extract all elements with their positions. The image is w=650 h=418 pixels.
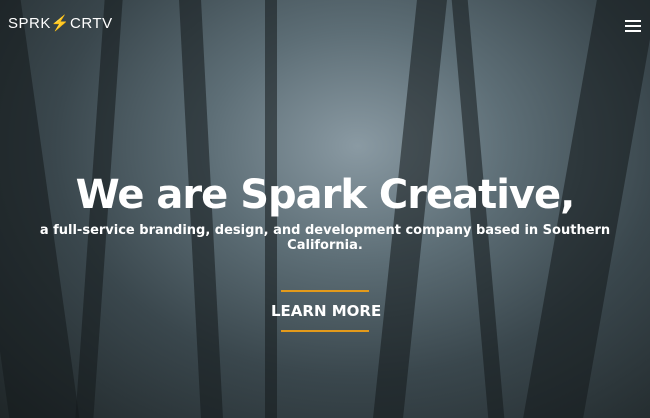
learn-more-label: LEARN MORE [271, 302, 382, 320]
hero-subtitle: a full-service branding, design, and dev… [39, 223, 611, 253]
hero-section: SPRK⚡CRTV We are Spark Creative, a full-… [0, 0, 650, 418]
logo[interactable]: SPRK⚡CRTV [8, 14, 113, 32]
hero-title: We are Spark Creative, [75, 172, 576, 218]
hamburger-menu-icon[interactable] [625, 20, 641, 32]
learn-more-button[interactable]: LEARN MORE [271, 290, 381, 332]
